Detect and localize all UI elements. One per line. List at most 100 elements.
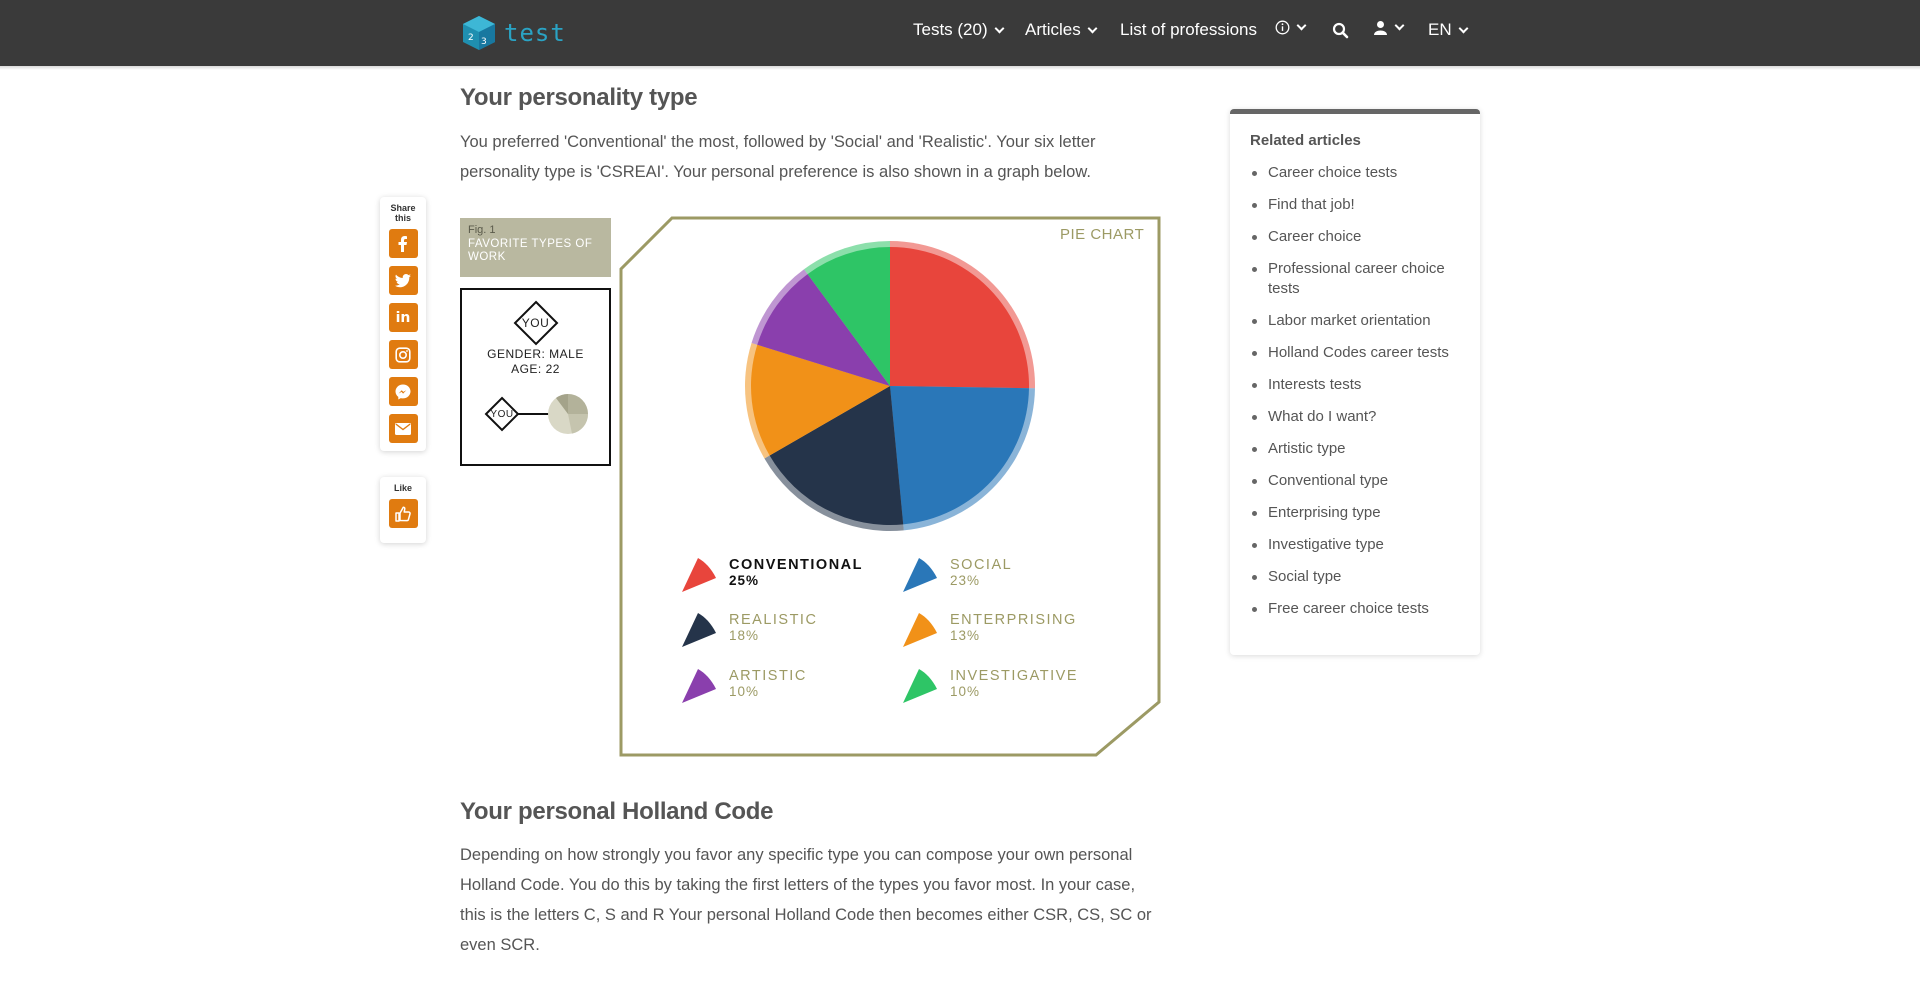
share-facebook-button[interactable] (388, 229, 418, 258)
user-icon (1374, 21, 1387, 35)
nav-articles-menu[interactable]: Articles (1025, 20, 1098, 40)
legend-wedge-icon (682, 669, 716, 703)
chevron-down-icon (1458, 23, 1469, 33)
share-email-button[interactable] (388, 414, 418, 443)
top-navbar: 2 3 test Tests (20) Articles List of pro… (0, 0, 1920, 66)
legend-label: ARTISTIC (729, 668, 807, 684)
share-messenger-button[interactable] (388, 377, 418, 406)
info-icon (1275, 20, 1290, 35)
legend-item-enterprising[interactable]: ENTERPRISING 13% (901, 611, 1077, 649)
thumbs-up-icon (395, 505, 411, 522)
pie-chart (745, 241, 1035, 531)
chart-title: PIE CHART (1060, 226, 1145, 243)
pie-slice-conventional[interactable] (890, 247, 1029, 389)
nav-info-menu[interactable] (1275, 20, 1307, 35)
related-article-link[interactable]: Free career choice tests (1250, 599, 1460, 619)
legend-wedge-icon (682, 558, 716, 592)
you-mini-label: YOU (490, 409, 514, 420)
svg-text:3: 3 (481, 37, 487, 47)
navbar-shadow (0, 66, 1920, 70)
logo-cube-icon: 2 3 (463, 16, 495, 50)
share-twitter-button[interactable] (388, 266, 418, 295)
share-widget: Share this in (380, 197, 426, 451)
legend-value: 18% (729, 628, 760, 643)
personality-intro-text: You preferred 'Conventional' the most, f… (460, 133, 1096, 181)
legend-label: INVESTIGATIVE (950, 668, 1079, 684)
legend-wedge-icon (903, 613, 937, 647)
related-articles-panel: Related articles Career choice tests Find… (1230, 109, 1480, 655)
figure-caption: Fig. 1 FAVORITE TYPES OF WORK (460, 218, 611, 277)
gender-text: GENDER: MALE (487, 347, 584, 361)
legend-wedge-icon (903, 669, 937, 703)
legend-value: 13% (950, 628, 981, 643)
related-article-link[interactable]: Find that job! (1250, 195, 1460, 215)
legend-wedge-icon (903, 558, 937, 592)
twitter-icon (395, 273, 411, 287)
chevron-down-icon (1296, 20, 1307, 31)
legend-item-conventional[interactable]: CONVENTIONAL 25% (680, 556, 863, 594)
legend-item-investigative[interactable]: INVESTIGATIVE 10% (901, 667, 1078, 705)
related-article-link[interactable]: What do I want? (1250, 407, 1460, 427)
related-article-link[interactable]: Professional career choice tests (1250, 259, 1450, 299)
chevron-down-icon (994, 23, 1005, 33)
instagram-icon (395, 346, 411, 363)
legend-value: 25% (729, 573, 760, 588)
linkedin-icon: in (395, 309, 411, 326)
related-article-link[interactable]: Investigative type (1250, 535, 1460, 555)
chevron-down-icon (1394, 20, 1405, 31)
logo-text: test (504, 19, 566, 47)
legend-item-social[interactable]: SOCIAL 23% (901, 556, 1012, 594)
like-title: Like (393, 483, 412, 493)
nav-tests-menu[interactable]: Tests (20) (913, 20, 1005, 40)
legend-label: ENTERPRISING (950, 612, 1077, 628)
pie-slice-social[interactable] (890, 386, 1029, 525)
related-article-link[interactable]: Interests tests (1250, 375, 1460, 395)
related-article-link[interactable]: Career choice (1250, 227, 1460, 247)
search-icon (1332, 22, 1349, 39)
legend-item-artistic[interactable]: ARTISTIC 10% (680, 667, 807, 705)
nav-articles-label: Articles (1025, 20, 1081, 39)
svg-text:2: 2 (468, 33, 474, 43)
share-linkedin-button[interactable]: in (388, 303, 418, 332)
legend-value: 23% (950, 573, 981, 588)
legend-value: 10% (950, 684, 981, 699)
facebook-icon (398, 235, 407, 252)
profile-card: YOU GENDER: MALE AGE: 22 YOU (460, 288, 611, 466)
nav-language-label: EN (1428, 20, 1452, 39)
related-article-link[interactable]: Artistic type (1250, 439, 1460, 459)
chevron-down-icon (1087, 23, 1098, 33)
holland-code-heading: Your personal Holland Code (460, 798, 774, 825)
share-instagram-button[interactable] (388, 340, 418, 369)
figure-title: FAVORITE TYPES OF WORK (468, 238, 593, 263)
related-article-link[interactable]: Enterprising type (1250, 503, 1460, 523)
age-text: AGE: 22 (511, 362, 560, 376)
nav-language-menu[interactable]: EN (1428, 20, 1469, 40)
nav-search-button[interactable] (1332, 22, 1349, 39)
nav-professions-link[interactable]: List of professions (1120, 20, 1257, 40)
related-article-link[interactable]: Career choice tests (1250, 163, 1460, 183)
legend-label: SOCIAL (950, 557, 1013, 573)
nav-tests-label: Tests (20) (913, 20, 988, 39)
like-widget: Like (380, 477, 426, 543)
legend-wedge-icon (682, 613, 716, 647)
legend-label: CONVENTIONAL (729, 557, 863, 573)
legend-item-realistic[interactable]: REALISTIC 18% (680, 611, 817, 649)
nav-professions-label: List of professions (1120, 20, 1258, 39)
email-icon (395, 422, 411, 435)
legend-value: 10% (729, 684, 760, 699)
messenger-icon (395, 384, 411, 399)
figure-number: Fig. 1 (468, 224, 496, 236)
legend-label: REALISTIC (729, 612, 818, 628)
related-articles-list: Career choice tests Find that job! Career … (1250, 163, 1460, 619)
share-title: Share this (390, 203, 416, 223)
holland-code-text: Depending on how strongly you favor any … (460, 846, 1152, 954)
like-button[interactable] (388, 499, 418, 528)
related-article-link[interactable]: Labor market orientation (1250, 311, 1460, 331)
you-label: YOU (521, 316, 550, 330)
personality-type-heading: Your personality type (460, 84, 698, 111)
related-article-link[interactable]: Holland Codes career tests (1250, 343, 1460, 363)
site-logo[interactable]: 2 3 test (460, 14, 566, 52)
related-article-link[interactable]: Social type (1250, 567, 1460, 587)
nav-account-menu[interactable] (1373, 20, 1405, 35)
related-article-link[interactable]: Conventional type (1250, 471, 1460, 491)
